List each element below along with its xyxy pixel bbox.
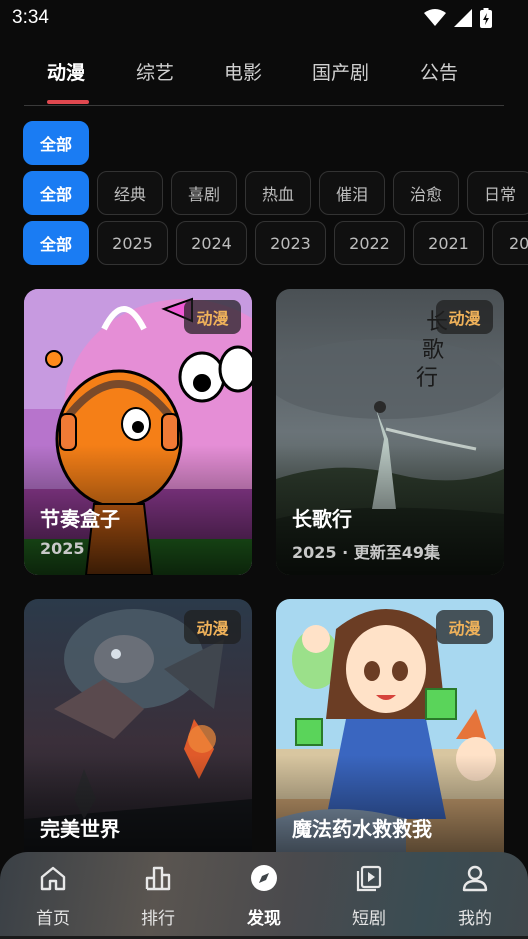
- status-time: 3:34: [12, 7, 49, 28]
- filter-row-genre: 全部 经典 喜剧 热血 催泪 治愈 日常: [23, 171, 528, 215]
- filter-chip[interactable]: 日常: [467, 171, 528, 215]
- category-badge: 动漫: [436, 610, 493, 644]
- filter-chip[interactable]: 全部: [23, 171, 89, 215]
- tab-anime[interactable]: 动漫: [47, 58, 85, 85]
- filter-chip[interactable]: 经典: [97, 171, 163, 215]
- tab-announcements[interactable]: 公告: [420, 58, 458, 85]
- tab-movies[interactable]: 电影: [224, 58, 262, 85]
- nav-label: 首页: [36, 909, 70, 929]
- category-badge: 动漫: [436, 300, 493, 334]
- nav-label: 发现: [247, 909, 281, 929]
- media-card[interactable]: 动漫 节奏盒子 2025: [24, 289, 252, 575]
- filter-row-year: 全部 2025 2024 2023 2022 2021 2020: [23, 221, 528, 265]
- filter-chip[interactable]: 热血: [245, 171, 311, 215]
- category-badge: 动漫: [184, 300, 241, 334]
- active-tab-indicator: [47, 100, 89, 104]
- svg-text:歌: 歌: [422, 338, 444, 363]
- play-icon: [356, 865, 382, 892]
- nav-label: 排行: [141, 909, 175, 929]
- filter-row-type: 全部: [23, 121, 528, 165]
- card-meta: 2025 · 更新至49集: [292, 543, 441, 562]
- media-card[interactable]: 动漫 魔法药水救救我: [276, 599, 504, 885]
- nav-discover[interactable]: 发现: [219, 852, 309, 936]
- media-card[interactable]: 动漫 完美世界: [24, 599, 252, 885]
- user-icon: [462, 865, 488, 892]
- status-icons: [424, 8, 492, 28]
- nav-ranking[interactable]: 排行: [113, 852, 203, 936]
- filter-chip[interactable]: 催泪: [319, 171, 385, 215]
- compass-icon: [251, 865, 277, 891]
- filter-chip[interactable]: 喜剧: [171, 171, 237, 215]
- status-bar: 3:34: [0, 0, 528, 36]
- nav-profile[interactable]: 我的: [430, 852, 520, 936]
- tab-variety[interactable]: 综艺: [136, 58, 174, 85]
- card-title: 节奏盒子: [40, 507, 120, 531]
- home-icon: [40, 866, 66, 891]
- filter-chip[interactable]: 2024: [176, 221, 247, 265]
- tab-domestic-drama[interactable]: 国产剧: [312, 58, 369, 85]
- svg-text:行: 行: [416, 366, 438, 391]
- media-card[interactable]: 长 歌 行 动漫 长歌行 2025 · 更新至49集: [276, 289, 504, 575]
- nav-label: 短剧: [352, 909, 386, 929]
- filter-chip[interactable]: 2020: [492, 221, 528, 265]
- bottom-nav: 首页 排行 发现 短剧 我的: [0, 852, 528, 936]
- card-meta: 2025: [40, 539, 85, 558]
- filter-chip[interactable]: 2022: [334, 221, 405, 265]
- signal-icon: [454, 9, 472, 27]
- filter-chip[interactable]: 2023: [255, 221, 326, 265]
- battery-charging-icon: [480, 8, 492, 28]
- filter-chip[interactable]: 全部: [23, 121, 89, 165]
- card-title: 长歌行: [292, 507, 352, 531]
- filter-chip[interactable]: 2025: [97, 221, 168, 265]
- ranking-icon: [145, 866, 171, 891]
- wifi-icon: [424, 9, 446, 26]
- category-badge: 动漫: [184, 610, 241, 644]
- nav-short-drama[interactable]: 短剧: [324, 852, 414, 936]
- card-title: 魔法药水救救我: [292, 817, 432, 841]
- nav-home[interactable]: 首页: [8, 852, 98, 936]
- filter-chip[interactable]: 治愈: [393, 171, 459, 215]
- filter-chip[interactable]: 2021: [413, 221, 484, 265]
- filter-chip[interactable]: 全部: [23, 221, 89, 265]
- category-tabs: 动漫 综艺 电影 国产剧 公告: [24, 52, 504, 106]
- card-title: 完美世界: [40, 817, 120, 841]
- nav-label: 我的: [458, 909, 492, 929]
